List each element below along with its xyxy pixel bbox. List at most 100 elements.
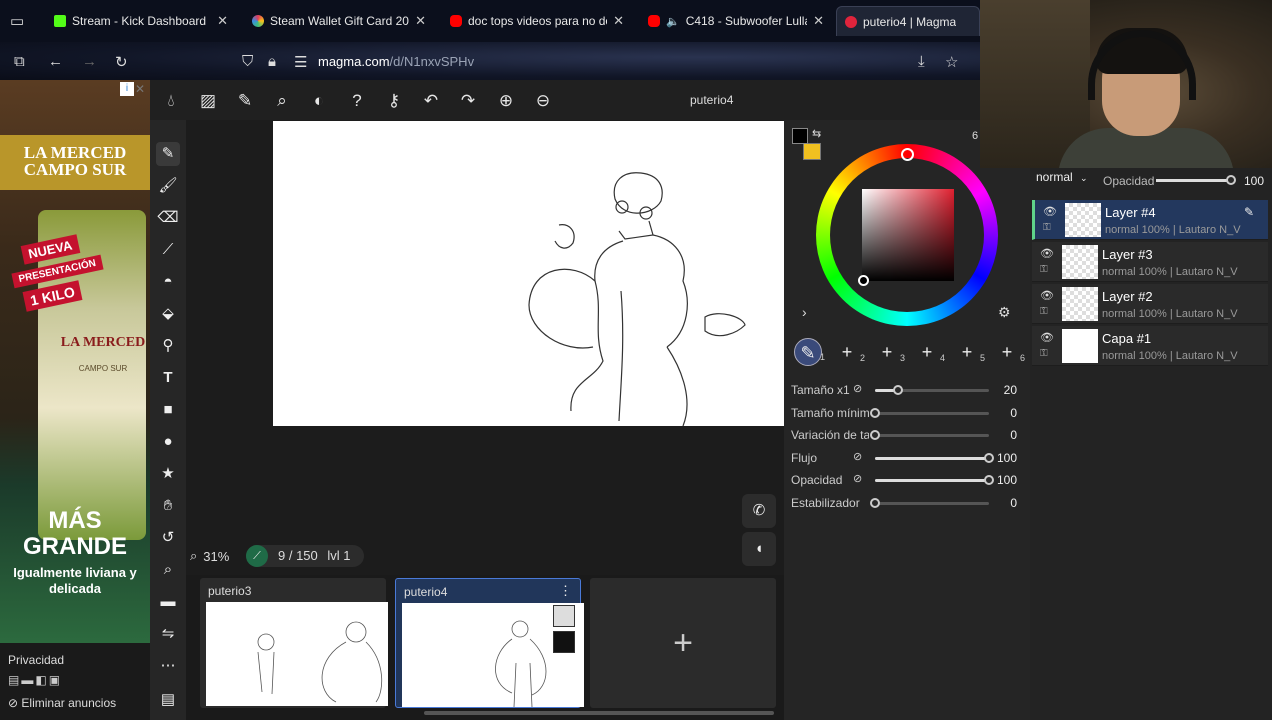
download-icon[interactable]: ⤓ — [918, 53, 925, 70]
key-icon[interactable]: ⚷ — [383, 90, 405, 112]
layer-owner-icon[interactable]: ⚿ — [1040, 306, 1048, 317]
call-button[interactable]: ✆ — [742, 494, 776, 528]
remove-ads-link[interactable]: ⊘ Eliminar anuncios — [8, 696, 116, 710]
flip-icon[interactable]: ⇋ — [156, 622, 180, 646]
tab-youtube-doc-tops[interactable]: doc tops videos para no dorm ✕ — [442, 6, 632, 36]
hand-tool-icon[interactable]: ✋︎ — [156, 494, 180, 518]
undo-icon[interactable]: ↶ — [420, 90, 442, 112]
advertisement[interactable]: LA MERCED CAMPO SUR LA MERCED CAMPO SUR … — [0, 80, 150, 643]
zoom-tool-icon[interactable]: ⌕ — [156, 558, 180, 582]
lock-icon[interactable]: 🔒︎ — [268, 53, 276, 70]
slider-track[interactable] — [875, 434, 989, 437]
color-picker-handle[interactable] — [858, 275, 869, 286]
brush-slot-6[interactable]: + 6 — [993, 338, 1025, 366]
smudge-tool-icon[interactable]: ⟋ — [156, 238, 180, 262]
slider-track[interactable] — [875, 502, 989, 505]
layer-owner-icon[interactable]: ⚿ — [1040, 348, 1048, 359]
tab-magma[interactable]: puterio4 | Magma — [836, 6, 980, 36]
redo-icon[interactable]: ↷ — [457, 90, 479, 112]
brush-setting-row[interactable]: Tamaño x1 ⊘ 20 — [791, 380, 1031, 400]
blend-mode-select[interactable]: normal ⌄ — [1036, 170, 1088, 184]
layer-opacity-slider[interactable] — [1156, 179, 1232, 182]
brush-tool-icon[interactable]: 🖌︎ — [156, 174, 180, 198]
brush-slot-5[interactable]: + 5 — [953, 338, 985, 366]
slider-knob[interactable] — [870, 408, 880, 418]
reload-icon[interactable]: ↻ — [115, 53, 128, 71]
layout-option-icon[interactable]: ▬ — [21, 673, 35, 687]
tab-close-icon[interactable]: ✕ — [613, 13, 624, 29]
brush-slot-2[interactable]: + 2 — [833, 338, 865, 366]
magic-wand-icon[interactable]: ⚲ — [156, 334, 180, 358]
pencil-tool-icon[interactable]: ✎ — [156, 142, 180, 166]
collaborator-avatar[interactable] — [553, 605, 575, 627]
chat-button[interactable]: ◖ — [742, 532, 776, 566]
blur-tool-icon[interactable]: ◓ — [156, 270, 180, 294]
brush-setting-row[interactable]: Flujo ⊘ 100 — [791, 448, 1031, 468]
tab-youtube-c418[interactable]: 🔈 C418 - Subwoofer Lullab ✕ — [640, 6, 832, 36]
more-icon[interactable]: ⋯ — [156, 654, 180, 678]
fill-tool-icon[interactable]: ⬙ — [156, 302, 180, 326]
swap-colors-icon[interactable]: ⇆ — [812, 127, 821, 140]
zoom-indicator[interactable]: ⌕ 31% — [190, 545, 229, 567]
visibility-eye-icon[interactable]: 👁︎ — [1040, 331, 1054, 344]
eraser-tool-icon[interactable]: ⌫ — [156, 206, 180, 230]
layer-owner-icon[interactable]: ⚿ — [1040, 264, 1048, 275]
layer-owner-icon[interactable]: ⚿ — [1043, 222, 1051, 233]
ad-close-icon[interactable]: ✕ — [135, 82, 145, 96]
hue-handle[interactable] — [901, 148, 914, 161]
rotate-tool-icon[interactable]: ↺ — [156, 526, 180, 550]
rectangle-tool-icon[interactable]: ■ — [156, 398, 180, 422]
drawing-thumbnail[interactable]: puterio3 — [200, 578, 388, 708]
slider-knob[interactable] — [870, 498, 880, 508]
layer-row[interactable]: 👁︎ ⚿ Layer #3 normal 100% | Lautaro N_V — [1032, 242, 1268, 282]
tools-toggle-icon[interactable]: ⟋ — [246, 545, 268, 567]
slider-knob[interactable] — [893, 385, 903, 395]
shape-tool-icon[interactable]: ★ — [156, 462, 180, 486]
chat-icon[interactable]: ▬ — [156, 590, 180, 614]
magma-logo-icon[interactable]: 💧︎ — [160, 90, 182, 112]
search-icon[interactable]: ⌕ — [271, 90, 293, 112]
thumbnail-menu-icon[interactable]: ⋮ — [559, 583, 572, 599]
edit-pencil-icon[interactable]: ✎ — [234, 90, 256, 112]
collaborator-avatar[interactable] — [553, 631, 575, 653]
ad-info-icon[interactable]: i — [120, 82, 134, 96]
help-icon[interactable]: ? — [346, 90, 368, 112]
tab-close-icon[interactable]: ✕ — [217, 13, 228, 29]
contrast-icon[interactable]: ◐ — [308, 90, 330, 112]
shield-icon[interactable]: ⛉ — [242, 53, 253, 70]
layer-opacity-knob[interactable] — [1226, 175, 1236, 185]
slider-track[interactable] — [875, 412, 989, 415]
drawing-thumbnail-selected[interactable]: puterio4 ⋮ — [395, 578, 584, 708]
tab-kick-dashboard[interactable]: Stream - Kick Dashboard ✕ — [46, 6, 236, 36]
brush-setting-row[interactable]: Variación de tamaño 0 — [791, 425, 1031, 445]
text-tool-icon[interactable]: T — [156, 366, 180, 390]
bookmark-star-icon[interactable]: ☆ — [945, 53, 958, 71]
brush-slot-4[interactable]: + 4 — [913, 338, 945, 366]
drawing-canvas[interactable] — [273, 121, 784, 427]
layer-row[interactable]: 👁︎ ⚿ Layer #2 normal 100% | Lautaro N_V — [1032, 284, 1268, 324]
visibility-eye-icon[interactable]: 👁︎ — [1040, 289, 1054, 302]
privacy-link[interactable]: Privacidad — [8, 653, 64, 667]
pressure-link-icon[interactable]: ⊘ — [853, 450, 862, 463]
tab-actions-icon[interactable]: ▭ — [10, 12, 24, 30]
sidebar-toggle-icon[interactable]: ⧉ — [14, 53, 25, 70]
filmstrip-icon[interactable]: ▤ — [156, 688, 180, 712]
layer-row[interactable]: 👁︎ ⚿ Capa #1 normal 100% | Lautaro N_V — [1032, 326, 1268, 366]
pressure-link-icon[interactable]: ⊘ — [853, 472, 862, 485]
brush-setting-row[interactable]: Tamaño mínimo 0 — [791, 403, 1031, 423]
foreground-color-swatch[interactable] — [792, 128, 808, 144]
expand-panel-icon[interactable]: › — [802, 304, 807, 320]
brush-slot-3[interactable]: + 3 — [873, 338, 905, 366]
brush-slot-1[interactable]: ✎ 1 — [794, 338, 825, 366]
image-icon[interactable]: ▨ — [197, 90, 219, 112]
permissions-icon[interactable]: ☰ — [294, 53, 307, 71]
layout-option-icon[interactable]: ▣ — [49, 673, 62, 687]
url-field[interactable]: magma.com/d/N1nxvSPHv — [318, 54, 474, 69]
settings-gear-icon[interactable]: ⚙ — [998, 304, 1011, 321]
zoom-in-icon[interactable]: ⊕ — [495, 90, 517, 112]
tab-close-icon[interactable]: ✕ — [415, 13, 426, 29]
layout-option-icon[interactable]: ▤ — [8, 673, 21, 687]
zoom-out-icon[interactable]: ⊖ — [532, 90, 554, 112]
brush-setting-row[interactable]: Opacidad ⊘ 100 — [791, 470, 1031, 490]
background-color-swatch[interactable] — [803, 143, 821, 160]
